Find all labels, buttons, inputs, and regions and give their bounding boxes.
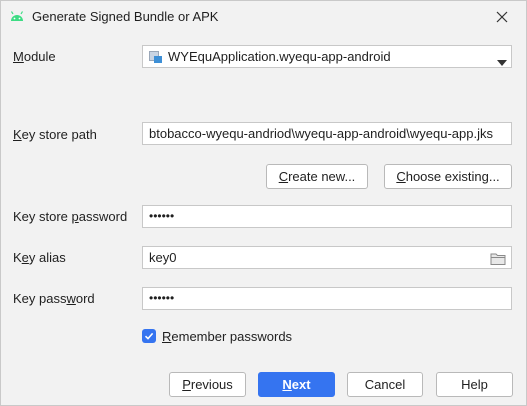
key-store-password-label: Key store password bbox=[13, 209, 128, 224]
module-label: Module bbox=[13, 49, 56, 64]
key-store-path-input[interactable]: btobacco-wyequ-andriod\wyequ-app-android… bbox=[142, 122, 512, 145]
key-store-password-input[interactable]: •••••• bbox=[142, 205, 512, 228]
module-value: WYEquApplication.wyequ-app-android bbox=[168, 49, 391, 64]
dialog-window: Generate Signed Bundle or APK Module WYE… bbox=[0, 0, 527, 406]
module-select[interactable]: WYEquApplication.wyequ-app-android bbox=[142, 45, 512, 68]
title-bar: Generate Signed Bundle or APK bbox=[1, 1, 526, 33]
window-title: Generate Signed Bundle or APK bbox=[32, 9, 219, 24]
key-password-input[interactable]: •••••• bbox=[142, 287, 512, 310]
folder-icon[interactable] bbox=[490, 251, 506, 265]
cancel-button[interactable]: Cancel bbox=[347, 372, 423, 397]
next-button[interactable]: Next bbox=[258, 372, 335, 397]
android-icon bbox=[9, 9, 25, 25]
remember-passwords-checkbox[interactable] bbox=[142, 329, 156, 343]
key-alias-value: key0 bbox=[149, 250, 177, 265]
chevron-down-icon[interactable] bbox=[497, 54, 507, 66]
remember-passwords-label[interactable]: Remember passwords bbox=[162, 329, 292, 344]
checkmark-icon bbox=[144, 332, 154, 340]
close-button[interactable] bbox=[488, 5, 516, 29]
create-new-button[interactable]: Create new... bbox=[266, 164, 368, 189]
key-alias-input[interactable]: key0 bbox=[142, 246, 512, 269]
key-password-label: Key password bbox=[13, 291, 95, 306]
close-icon bbox=[496, 11, 508, 23]
help-button[interactable]: Help bbox=[436, 372, 513, 397]
choose-existing-button[interactable]: Choose existing... bbox=[384, 164, 512, 189]
module-icon bbox=[149, 50, 163, 64]
key-alias-label: Key alias bbox=[13, 250, 66, 265]
previous-button[interactable]: Previous bbox=[169, 372, 246, 397]
key-store-path-label: Key store path bbox=[13, 127, 97, 142]
